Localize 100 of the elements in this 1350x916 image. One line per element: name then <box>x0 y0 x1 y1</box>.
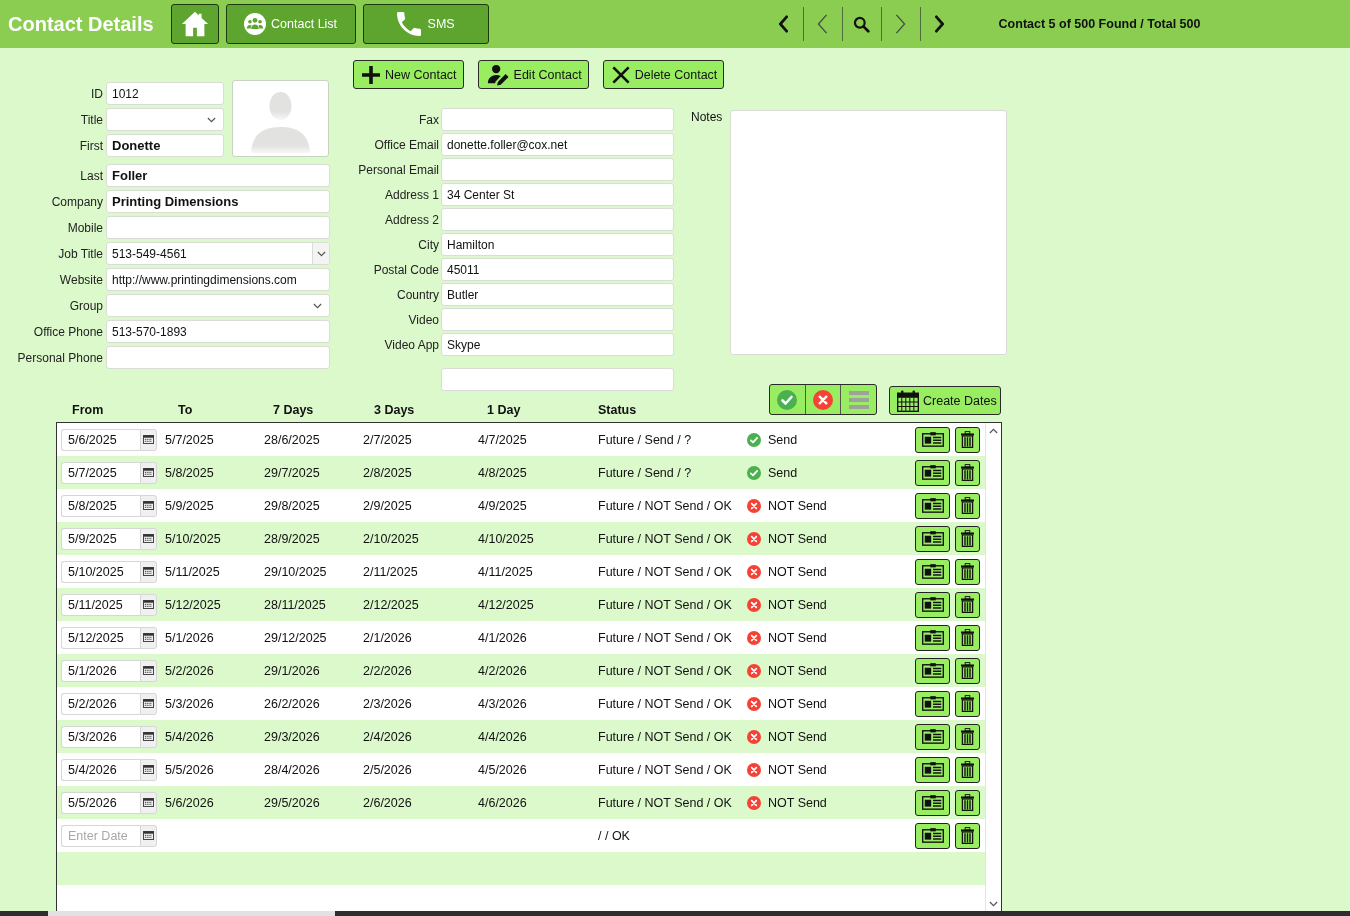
date-text: 29/7/2025 <box>264 465 321 480</box>
date-text: 4/4/2026 <box>478 729 528 744</box>
calendar-button[interactable] <box>140 659 157 682</box>
delete-row-button[interactable] <box>955 459 980 486</box>
date-text: 4/12/2025 <box>478 597 535 612</box>
date-field[interactable]: 5/2/2026 <box>61 692 140 715</box>
delete-row-button[interactable] <box>955 525 980 552</box>
field-label: Address 1 <box>383 186 439 204</box>
text-field[interactable] <box>106 216 330 239</box>
calendar-button[interactable] <box>140 527 157 550</box>
text-field[interactable]: Foller <box>106 164 330 187</box>
delete-row-button[interactable] <box>955 756 980 783</box>
text-field[interactable] <box>441 208 674 231</box>
delete-row-button[interactable] <box>955 558 980 585</box>
contact-card-button[interactable] <box>915 558 950 585</box>
contact-card-button[interactable] <box>915 525 950 552</box>
date-text: 4/8/2025 <box>478 465 528 480</box>
text-field[interactable]: http://www.printingdimensions.com <box>106 268 330 291</box>
contact-card-button[interactable] <box>915 789 950 816</box>
select-field[interactable] <box>106 108 224 131</box>
delete-row-button[interactable] <box>955 789 980 816</box>
delete-row-button[interactable] <box>955 492 980 519</box>
contact-card-button[interactable] <box>915 723 950 750</box>
thin-chevron-right-icon <box>895 14 907 34</box>
date-field[interactable]: 5/3/2026 <box>61 725 140 748</box>
field-label: Group <box>68 297 103 315</box>
delete-row-button[interactable] <box>955 426 980 453</box>
date-field[interactable]: Enter Date <box>61 824 140 847</box>
edit-contact-button[interactable]: Edit Contact <box>477 60 589 89</box>
plus-icon <box>362 65 380 84</box>
date-field[interactable]: 5/4/2026 <box>61 758 140 781</box>
contact-card-button[interactable] <box>915 756 950 783</box>
calendar-button[interactable] <box>140 494 157 517</box>
delete-contact-button[interactable]: Delete Contact <box>602 60 725 89</box>
date-field[interactable]: 5/8/2025 <box>61 494 140 517</box>
calendar-button[interactable] <box>140 593 157 616</box>
date-text: 5/1/2026 <box>165 630 215 645</box>
date-field[interactable]: 5/6/2025 <box>61 428 140 451</box>
text-field[interactable]: Hamilton <box>441 233 674 256</box>
text-field[interactable]: donette.foller@cox.net <box>441 133 674 156</box>
text-field[interactable] <box>441 368 674 391</box>
text-field[interactable]: 513-570-1893 <box>106 320 330 343</box>
delete-row-button[interactable] <box>955 690 980 717</box>
small-calendar-icon <box>143 567 154 576</box>
text-field[interactable]: Butler <box>441 283 674 306</box>
delete-row-button[interactable] <box>955 657 980 684</box>
delete-row-button[interactable] <box>955 591 980 618</box>
text-field[interactable] <box>441 108 674 131</box>
calendar-button[interactable] <box>140 626 157 649</box>
calendar-button[interactable] <box>140 824 157 847</box>
text-field[interactable] <box>441 158 674 181</box>
calendar-button[interactable] <box>140 560 157 583</box>
date-field[interactable]: 5/12/2025 <box>61 626 140 649</box>
create-dates-button[interactable]: Create Dates <box>889 386 1001 415</box>
small-calendar-icon <box>143 633 154 642</box>
new-contact-button[interactable]: New Contact <box>353 60 464 89</box>
contact-card-button[interactable] <box>915 459 950 486</box>
notes-field[interactable] <box>730 110 1008 355</box>
text-field[interactable] <box>106 346 330 369</box>
x-circle-icon <box>813 389 833 410</box>
text-field[interactable]: 45011 <box>441 258 674 281</box>
contact-card-button[interactable] <box>915 624 950 651</box>
date-field[interactable]: 5/7/2025 <box>61 461 140 484</box>
contact-card-button[interactable] <box>915 492 950 519</box>
text-field[interactable]: Skype <box>441 333 674 356</box>
text-field[interactable]: 1012 <box>106 82 224 105</box>
date-field[interactable]: 5/5/2026 <box>61 791 140 814</box>
date-field[interactable]: 5/9/2025 <box>61 527 140 550</box>
date-field[interactable]: 5/10/2025 <box>61 560 140 583</box>
select-field[interactable] <box>106 294 330 317</box>
date-field[interactable]: 5/1/2026 <box>61 659 140 682</box>
contact-card-button[interactable] <box>915 657 950 684</box>
trash-icon <box>961 794 974 811</box>
date-field[interactable]: 5/11/2025 <box>61 593 140 616</box>
contact-card-button[interactable] <box>915 591 950 618</box>
home-button[interactable] <box>170 4 219 44</box>
text-field[interactable]: Printing Dimensions <box>106 190 330 213</box>
delete-row-button[interactable] <box>955 822 980 849</box>
calendar-button[interactable] <box>140 725 157 748</box>
calendar-button[interactable] <box>140 428 157 451</box>
status-text: Future / Send / ? <box>598 465 693 480</box>
trash-icon <box>961 728 974 745</box>
text-field[interactable]: Donette <box>106 134 224 157</box>
combo-field[interactable]: 513-549-4561 <box>106 242 330 265</box>
user-edit-icon <box>486 63 509 86</box>
contact-card-button[interactable] <box>915 426 950 453</box>
send-status-text: Send <box>768 432 798 447</box>
contact-card-button[interactable] <box>915 690 950 717</box>
delete-row-button[interactable] <box>955 723 980 750</box>
small-calendar-icon <box>143 831 154 840</box>
text-field[interactable]: 34 Center St <box>441 183 674 206</box>
calendar-button[interactable] <box>140 461 157 484</box>
delete-row-button[interactable] <box>955 624 980 651</box>
send-status-text: NOT Send <box>768 663 827 678</box>
calendar-button[interactable] <box>140 692 157 715</box>
calendar-button[interactable] <box>140 791 157 814</box>
contact-card-button[interactable] <box>915 822 950 849</box>
calendar-button[interactable] <box>140 758 157 781</box>
text-field[interactable] <box>441 308 674 331</box>
field-label: Title <box>79 111 103 129</box>
